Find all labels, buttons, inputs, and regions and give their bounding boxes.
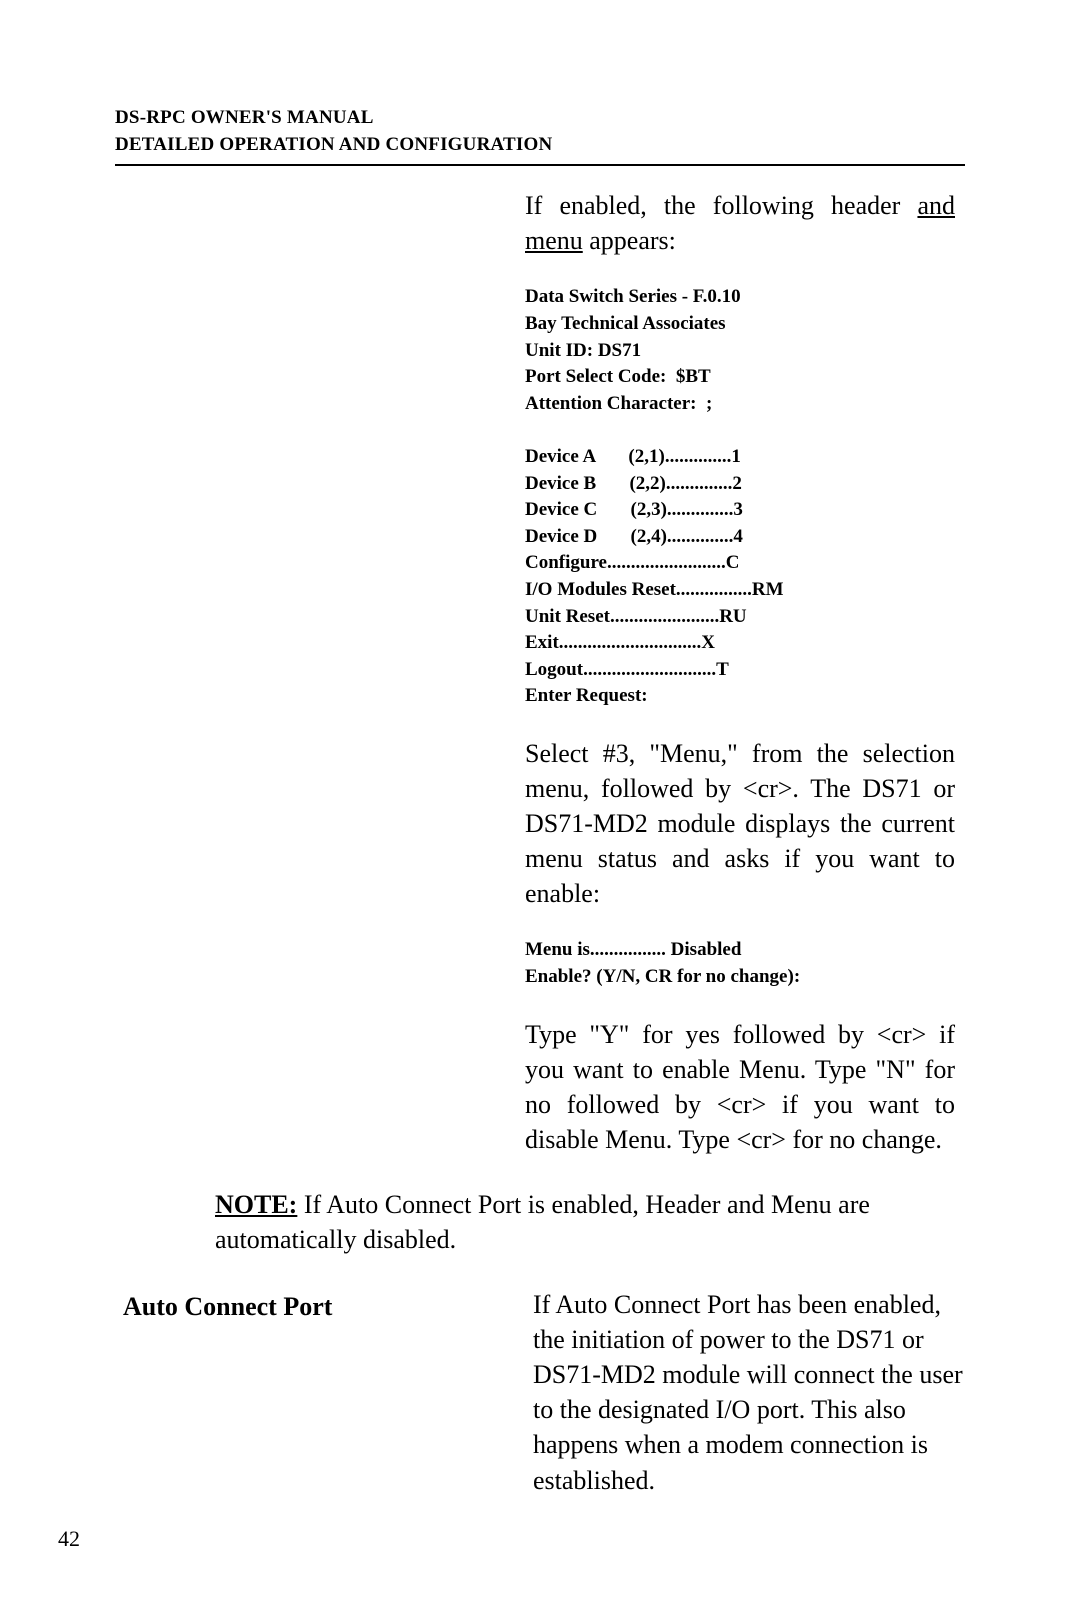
header-line-1: DS-RPC OWNER'S MANUAL	[115, 105, 965, 132]
section-heading: Auto Connect Port	[115, 1287, 533, 1498]
auto-connect-port-section: Auto Connect Port If Auto Connect Port h…	[115, 1287, 965, 1498]
intro-text-1: If enabled, the following header	[525, 191, 917, 220]
terminal-screen-2: Menu is................ DisabledEnable? …	[525, 937, 955, 990]
section-body: If Auto Connect Port has been enabled, t…	[533, 1287, 965, 1498]
note-label: NOTE:	[215, 1190, 297, 1219]
page-number: 42	[58, 1524, 80, 1554]
header-line-2: DETAILED OPERATION AND CONFIGURATION	[115, 132, 965, 159]
paragraph-select-menu: Select #3, "Menu," from the selection me…	[525, 736, 955, 911]
terminal-screen-1: Data Switch Series - F.0.10 Bay Technica…	[525, 284, 955, 710]
intro-text-2: appears:	[583, 226, 676, 255]
note-text: If Auto Connect Port is enabled, Header …	[215, 1190, 870, 1254]
header-rule	[115, 164, 965, 166]
page-header: DS-RPC OWNER'S MANUAL DETAILED OPERATION…	[115, 105, 965, 158]
note-block: NOTE: If Auto Connect Port is enabled, H…	[215, 1187, 965, 1257]
paragraph-enable-instructions: Type "Y" for yes followed by <cr> if you…	[525, 1017, 955, 1157]
intro-paragraph: If enabled, the following header and men…	[525, 188, 955, 258]
